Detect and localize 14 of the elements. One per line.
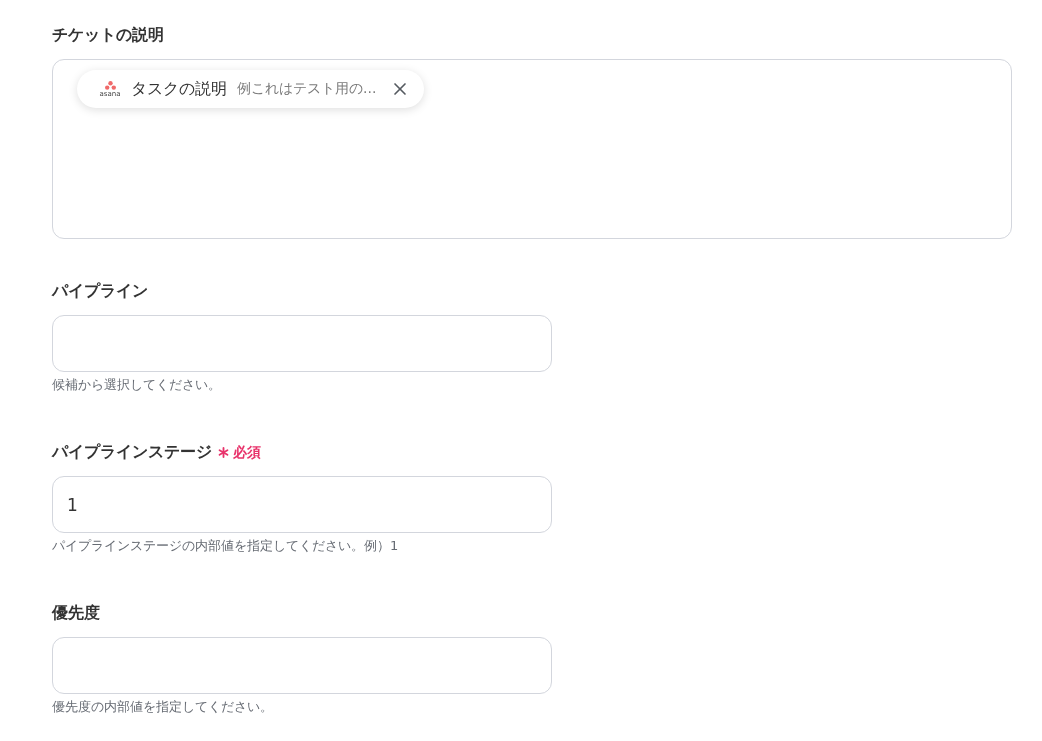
chip-preview-text: 例これはテスト用の... [237, 80, 377, 98]
field-label: チケットの説明 [52, 24, 164, 46]
field-label: パイプライン [52, 280, 148, 302]
field-label: 優先度 [52, 602, 100, 624]
text-input-field[interactable]: 1 [52, 476, 552, 533]
helper-text: 候補から選択してください。 [52, 376, 221, 394]
helper-text: パイプラインステージの内部値を指定してください。例）1 [52, 537, 399, 555]
text-input-field[interactable] [52, 315, 552, 372]
text-input-field[interactable] [52, 637, 552, 694]
helper-text: 優先度の内部値を指定してください。 [52, 698, 273, 716]
three-dots-logo-icon [104, 80, 116, 90]
field-label: パイプラインステージ [52, 441, 212, 463]
required-label: 必須 [233, 443, 261, 462]
chip-label: タスクの説明 [131, 78, 227, 100]
